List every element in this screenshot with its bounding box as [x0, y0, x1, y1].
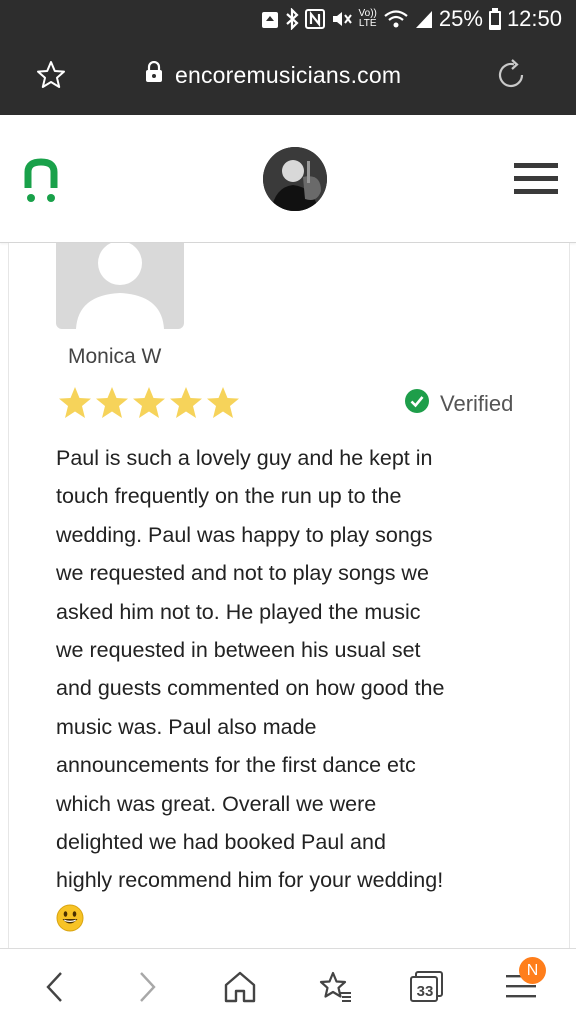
browser-url-bar: encoremusicians.com	[0, 38, 576, 115]
battery-icon	[488, 8, 501, 30]
back-arrow-icon[interactable]	[40, 969, 70, 1010]
tab-count: 33	[416, 982, 434, 1000]
grinning-emoji-icon	[56, 904, 84, 937]
volte-icon: Vo)) LTE	[359, 9, 377, 29]
encore-logo[interactable]	[24, 158, 58, 209]
musician-avatar[interactable]	[263, 147, 327, 211]
star-rating	[57, 386, 241, 425]
lte-label: LTE	[358, 18, 377, 29]
review-line: which was great. Overall we were	[56, 791, 377, 816]
wifi-icon	[383, 9, 409, 29]
star-icon	[57, 386, 93, 425]
forward-arrow-icon[interactable]	[132, 969, 162, 1010]
star-icon	[168, 386, 204, 425]
status-bar: Vo)) LTE 25% 12:50	[0, 0, 576, 38]
review-line: Paul is such a lovely guy and he kept in	[56, 446, 433, 470]
review-line: wedding. Paul was happy to play songs	[56, 522, 433, 547]
clock: 12:50	[506, 6, 562, 31]
hamburger-menu-icon[interactable]	[514, 161, 558, 202]
address-field[interactable]: encoremusicians.com	[145, 60, 402, 89]
check-circle-icon	[405, 389, 429, 419]
browser-bottom-nav: 33	[0, 948, 576, 1025]
lock-icon	[145, 60, 163, 89]
star-icon	[205, 386, 241, 425]
review-line: asked him not to. He played the music	[56, 599, 421, 624]
review-line: highly recommend him for your wedding!	[56, 868, 444, 893]
review-line: we requested in between his usual set	[56, 638, 421, 663]
url-text: encoremusicians.com	[175, 61, 402, 88]
bookmarks-star-icon[interactable]	[318, 969, 352, 1010]
review-line: delighted we had booked Paul and	[56, 830, 386, 855]
review-line: touch frequently on the run up to the	[56, 484, 402, 509]
review-line: we requested and not to play songs we	[56, 561, 429, 586]
star-icon	[94, 386, 130, 425]
review-card: Monica W Verified Paul is such a lovely …	[8, 243, 570, 948]
notification-badge: N	[519, 957, 546, 984]
verified-badge: Verified	[405, 389, 513, 419]
signal-icon	[415, 9, 433, 29]
bluetooth-icon	[285, 8, 299, 30]
review-text: Paul is such a lovely guy and he kept in…	[56, 439, 516, 900]
home-icon[interactable]	[223, 969, 257, 1010]
reviewer-avatar-placeholder	[56, 243, 184, 329]
reviewer-name: Monica W	[68, 345, 162, 368]
verified-label: Verified	[440, 391, 514, 416]
site-header	[0, 115, 576, 243]
star-icon	[131, 386, 167, 425]
reload-icon[interactable]	[496, 58, 528, 97]
nfc-icon	[304, 9, 325, 29]
review-line: music was. Paul also made	[56, 714, 317, 739]
bookmark-star-icon[interactable]	[36, 60, 66, 95]
mute-icon	[331, 9, 353, 29]
battery-percent: 25%	[438, 6, 483, 31]
recycle-notification-icon	[261, 9, 279, 29]
review-line: and guests commented on how good the	[56, 676, 445, 701]
review-line: announcements for the first dance etc	[56, 753, 416, 778]
